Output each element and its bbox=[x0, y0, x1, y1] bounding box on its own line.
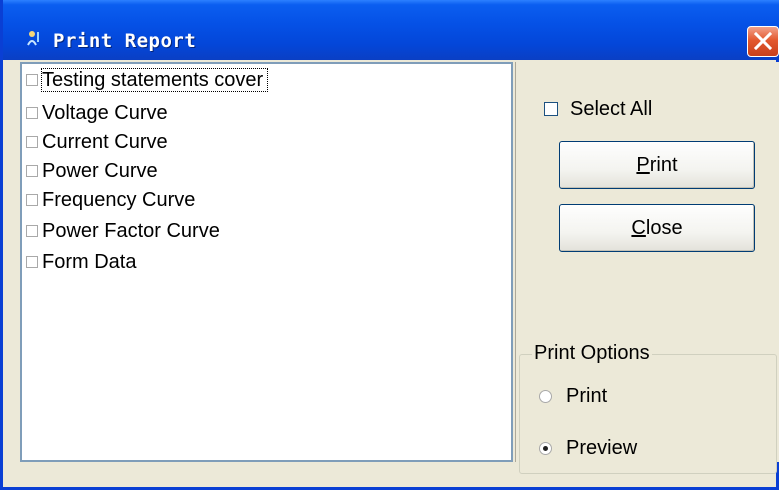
radio-preview-label: Preview bbox=[566, 436, 638, 459]
checkbox[interactable] bbox=[26, 107, 38, 119]
select-all-label: Select All bbox=[570, 97, 653, 120]
window-title: Print Report bbox=[53, 30, 197, 52]
list-item[interactable]: Current Curve bbox=[26, 130, 168, 154]
checkbox[interactable] bbox=[26, 74, 38, 86]
checkbox[interactable] bbox=[26, 225, 38, 237]
checkbox[interactable] bbox=[26, 256, 38, 268]
checkbox[interactable] bbox=[544, 102, 558, 116]
radio-print-label: Print bbox=[566, 384, 608, 407]
checkbox[interactable] bbox=[26, 194, 38, 206]
radio-button[interactable] bbox=[539, 389, 552, 403]
print-mnemonic: P bbox=[636, 153, 650, 176]
title-bar[interactable]: Print Report bbox=[3, 0, 779, 60]
list-item[interactable]: Power Factor Curve bbox=[26, 219, 220, 243]
print-button[interactable]: Print bbox=[559, 141, 755, 189]
list-item[interactable]: Voltage Curve bbox=[26, 101, 168, 125]
list-item-label: Current Curve bbox=[42, 131, 168, 153]
list-item[interactable]: Frequency Curve bbox=[26, 188, 195, 212]
list-item-label: Frequency Curve bbox=[42, 189, 196, 211]
checkbox[interactable] bbox=[26, 165, 38, 177]
list-item[interactable]: Testing statements cover bbox=[26, 68, 269, 92]
radio-print[interactable]: Print bbox=[539, 383, 607, 409]
select-all-checkbox[interactable]: Select All bbox=[544, 96, 652, 122]
close-mnemonic: C bbox=[631, 216, 646, 239]
list-item-label: Power Curve bbox=[42, 160, 158, 182]
app-icon bbox=[27, 31, 39, 46]
close-button[interactable]: Close bbox=[559, 204, 755, 252]
print-report-dialog: Print Report Testing statements cover Vo… bbox=[0, 0, 779, 490]
list-item[interactable]: Power Curve bbox=[26, 159, 158, 183]
list-item-label: Testing statements cover bbox=[40, 68, 269, 92]
list-item-label: Power Factor Curve bbox=[42, 220, 220, 242]
close-label: lose bbox=[645, 216, 683, 239]
radio-preview[interactable]: Preview bbox=[539, 435, 637, 461]
checkbox[interactable] bbox=[26, 136, 38, 148]
print-options-title: Print Options bbox=[532, 342, 652, 365]
close-window-button[interactable] bbox=[747, 26, 779, 57]
list-item-label: Voltage Curve bbox=[42, 102, 168, 124]
list-item[interactable]: Form Data bbox=[26, 250, 136, 274]
list-item-label: Form Data bbox=[42, 251, 137, 273]
print-label: rint bbox=[649, 153, 678, 176]
close-icon bbox=[754, 32, 772, 50]
report-checklist[interactable]: Testing statements cover Voltage Curve C… bbox=[20, 62, 513, 462]
radio-button[interactable] bbox=[539, 441, 552, 455]
